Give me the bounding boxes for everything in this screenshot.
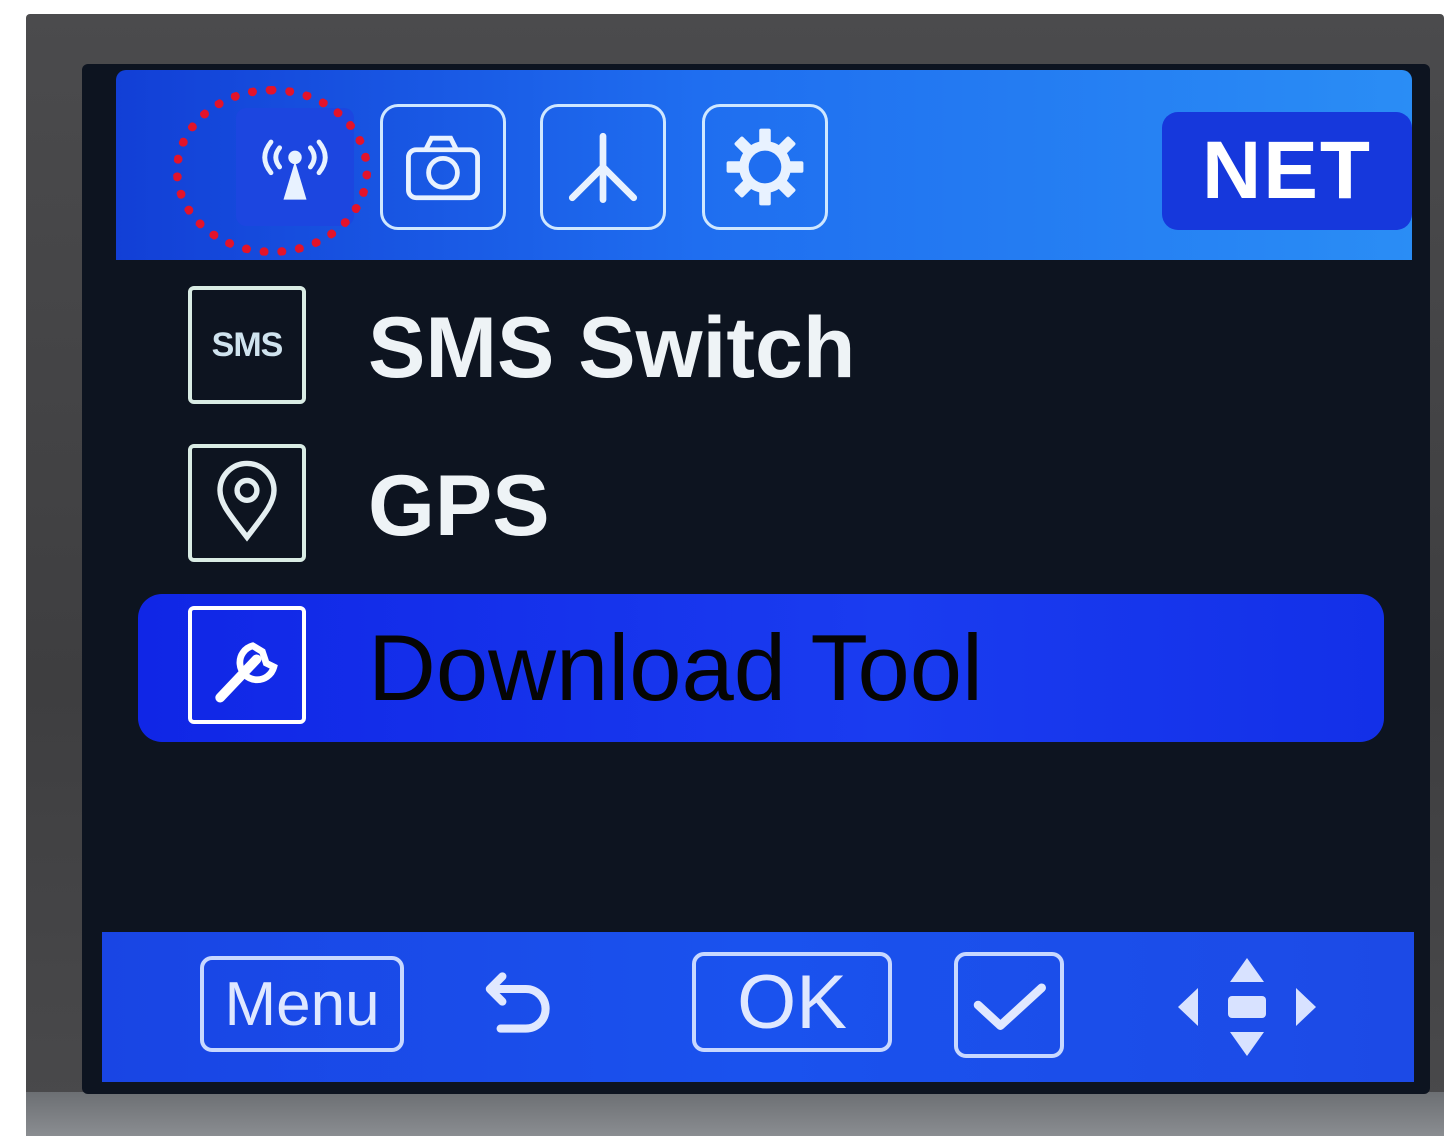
camera-icon	[406, 135, 480, 201]
gear-icon	[726, 128, 804, 206]
return-arrow-icon[interactable]	[470, 962, 560, 1052]
menu-item-label: SMS Switch	[368, 299, 856, 396]
menu-item-download-tool[interactable]: Download Tool	[138, 594, 1384, 742]
menu-key-label: Menu	[224, 969, 380, 1039]
sms-icon: SMS	[188, 286, 306, 404]
menu-item-label: Download Tool	[368, 615, 983, 720]
tripod-icon	[568, 132, 638, 203]
highlight-circle	[173, 86, 371, 256]
bottom-hint-bar: Menu OK	[102, 932, 1414, 1082]
menu-item-gps[interactable]: GPS	[138, 432, 1384, 580]
device-bezel-bottom	[26, 1092, 1444, 1136]
wrench-icon	[188, 606, 306, 724]
tab-settings[interactable]	[702, 104, 828, 230]
top-tab-bar: NET	[116, 70, 1412, 260]
ok-key[interactable]: OK	[692, 952, 892, 1052]
tab-tripod[interactable]	[540, 104, 666, 230]
lcd-screen: NET SMS SMS Switch GPS Download Tool Men…	[82, 64, 1430, 1094]
sms-icon-text: SMS	[211, 325, 284, 364]
tab-camera[interactable]	[380, 104, 506, 230]
menu-item-sms-switch[interactable]: SMS SMS Switch	[138, 274, 1384, 422]
location-pin-icon	[188, 444, 306, 562]
mode-badge: NET	[1162, 112, 1412, 230]
checkmark-icon[interactable]	[954, 952, 1064, 1058]
menu-key[interactable]: Menu	[200, 956, 404, 1052]
menu-item-label: GPS	[368, 457, 550, 554]
ok-key-label: OK	[737, 959, 847, 1045]
direction-pad-icon[interactable]	[1172, 952, 1322, 1062]
